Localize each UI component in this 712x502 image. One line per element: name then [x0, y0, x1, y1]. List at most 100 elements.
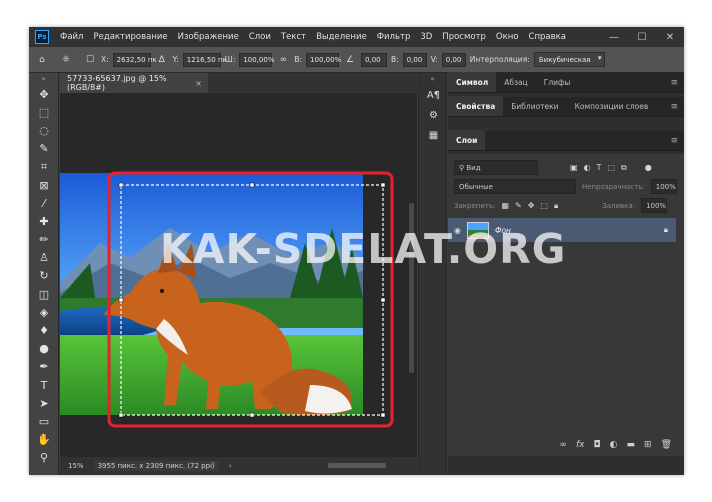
layer-effects-icon[interactable]: fx — [576, 440, 585, 450]
hskew-field[interactable]: 0,00 — [402, 52, 427, 67]
path-select-tool-icon[interactable]: ➤ — [29, 394, 59, 412]
lasso-tool-icon[interactable]: ◌ — [29, 121, 59, 139]
reference-point-checkbox[interactable]: ☐ — [83, 53, 97, 67]
adjustment-layer-icon[interactable]: ◐ — [610, 440, 618, 450]
canvas-area[interactable] — [60, 93, 417, 457]
filter-adjustment-icon[interactable]: ◐ — [584, 163, 591, 172]
link-layers-icon[interactable]: ∞ — [560, 440, 568, 450]
close-window-button[interactable]: ✕ — [656, 27, 684, 47]
panel-menu-icon[interactable]: ≡ — [670, 136, 678, 146]
lock-transparent-icon[interactable]: ▦ — [501, 201, 509, 210]
filter-toggle-icon[interactable]: ● — [645, 163, 652, 172]
tab-properties[interactable]: Свойства — [448, 96, 504, 116]
layer-lock-icon[interactable]: 🔒︎ — [664, 225, 668, 235]
collapse-icon[interactable]: » — [29, 73, 58, 85]
document-tab[interactable]: 57733-65637.jpg @ 15% (RGB/8#) × — [60, 73, 208, 93]
vertical-scroll-thumb[interactable] — [409, 203, 414, 373]
layer-filter-select[interactable]: ⚲ Вид — [454, 160, 538, 175]
blur-tool-icon[interactable]: ♦ — [29, 321, 59, 339]
blend-mode-select[interactable]: Обычные — [454, 179, 576, 194]
filter-type-icon[interactable]: T — [597, 163, 602, 172]
close-tab-icon[interactable]: × — [195, 79, 202, 88]
marquee-tool-icon[interactable]: ⬚ — [29, 103, 59, 121]
eraser-tool-icon[interactable]: ◫ — [29, 285, 59, 303]
frame-tool-icon[interactable]: ⊠ — [29, 176, 59, 194]
maximize-button[interactable]: ☐ — [628, 27, 656, 47]
filter-smart-icon[interactable]: ⧉ — [621, 163, 627, 173]
history-brush-tool-icon[interactable]: ↻ — [29, 267, 59, 285]
delta-icon[interactable]: Δ — [155, 53, 169, 67]
layer-row-background[interactable]: ◉ Фон 🔒︎ — [448, 218, 676, 242]
visibility-eye-icon[interactable]: ◉ — [454, 226, 461, 235]
tab-glyphs[interactable]: Глифы — [536, 72, 579, 92]
filter-pixel-icon[interactable]: ▣ — [570, 163, 578, 172]
opacity-field[interactable]: 100% — [650, 179, 677, 194]
menu-text[interactable]: Текст — [276, 32, 311, 42]
lock-position-icon[interactable]: ✥ — [528, 201, 535, 210]
add-mask-icon[interactable]: ◘ — [594, 440, 601, 450]
photoshop-logo-icon[interactable]: Ps — [35, 30, 49, 44]
layer-name[interactable]: Фон — [495, 226, 511, 235]
menu-help[interactable]: Справка — [524, 32, 571, 42]
delete-layer-icon[interactable]: 🗑︎ — [661, 440, 672, 450]
expand-icon[interactable]: « — [419, 73, 446, 85]
move-tool-icon[interactable]: ✥ — [29, 85, 59, 103]
vskew-field[interactable]: 0,00 — [441, 52, 466, 67]
lock-pixels-icon[interactable]: ✎ — [515, 201, 522, 210]
panel-menu-icon[interactable]: ≡ — [670, 78, 678, 88]
panel-menu-icon[interactable]: ≡ — [670, 102, 678, 112]
filter-shape-icon[interactable]: ⬚ — [607, 163, 615, 172]
gradient-tool-icon[interactable]: ◈ — [29, 303, 59, 321]
menu-file[interactable]: Файл — [55, 32, 88, 42]
brush-tool-icon[interactable]: ✏ — [29, 231, 59, 249]
menu-image[interactable]: Изображение — [173, 32, 244, 42]
tab-layers[interactable]: Слои — [448, 130, 486, 150]
pen-tool-icon[interactable]: ✒ — [29, 358, 59, 376]
vertical-scrollbar[interactable] — [406, 93, 417, 457]
angle-field[interactable]: 0,00 — [361, 52, 388, 67]
character-panel-icon[interactable]: A¶ — [419, 85, 448, 105]
hand-tool-icon[interactable]: ✋ — [29, 431, 59, 449]
x-label: X: — [101, 55, 109, 64]
properties-panel-icon[interactable]: ⚙ — [419, 105, 448, 125]
transform-reference-icon[interactable]: ⁜ — [53, 53, 79, 67]
zoom-tool-icon[interactable]: ⚲ — [29, 449, 59, 467]
new-layer-icon[interactable]: ⊞ — [644, 440, 652, 450]
new-group-icon[interactable]: ▬ — [627, 440, 636, 450]
menu-select[interactable]: Выделение — [311, 32, 372, 42]
dodge-tool-icon[interactable]: ● — [29, 340, 59, 358]
lock-all-icon[interactable]: 🔒︎ — [554, 201, 558, 211]
stamp-tool-icon[interactable]: ♙ — [29, 249, 59, 267]
fill-field[interactable]: 100% — [641, 198, 668, 213]
menu-3d[interactable]: 3D — [415, 32, 437, 42]
minimize-button[interactable]: — — [600, 27, 628, 47]
type-tool-icon[interactable]: T — [29, 376, 59, 394]
tab-libraries[interactable]: Библиотеки — [503, 96, 566, 116]
menu-view[interactable]: Просмотр — [437, 32, 491, 42]
tab-paragraph[interactable]: Абзац — [496, 72, 535, 92]
quick-select-tool-icon[interactable]: ✎ — [29, 140, 59, 158]
status-arrow-icon[interactable]: ‹ — [229, 462, 232, 470]
home-icon[interactable]: ⌂ — [35, 53, 49, 67]
link-icon[interactable]: ∞ — [276, 53, 290, 67]
menu-layers[interactable]: Слои — [244, 32, 276, 42]
tab-layer-comps[interactable]: Композиции слоев — [567, 96, 657, 116]
interpolation-select[interactable]: Бикубическая — [533, 52, 606, 67]
tab-character[interactable]: Символ — [448, 72, 497, 92]
shape-tool-icon[interactable]: ▭ — [29, 412, 59, 430]
horizontal-scroll-thumb[interactable] — [328, 463, 386, 468]
eyedropper-tool-icon[interactable]: ⁄ — [29, 194, 59, 212]
x-position-field[interactable]: 2632,50 пк — [112, 52, 157, 67]
document-info[interactable]: 3955 пикс. x 2309 пикс. (72 ppi) — [93, 461, 219, 471]
crop-tool-icon[interactable]: ⌗ — [29, 158, 59, 176]
y-position-field[interactable]: 1216,50 пк — [182, 52, 227, 67]
healing-brush-tool-icon[interactable]: ✚ — [29, 212, 59, 230]
height-field[interactable]: 100,00% — [306, 52, 341, 67]
width-field[interactable]: 100,00% — [239, 52, 275, 67]
libraries-panel-icon[interactable]: ▦ — [419, 125, 448, 145]
lock-artboard-icon[interactable]: ⬚ — [540, 201, 548, 210]
menu-window[interactable]: Окно — [491, 32, 524, 42]
menu-filter[interactable]: Фильтр — [372, 32, 416, 42]
zoom-level[interactable]: 15% — [68, 462, 84, 470]
menu-edit[interactable]: Редактирование — [88, 32, 172, 42]
